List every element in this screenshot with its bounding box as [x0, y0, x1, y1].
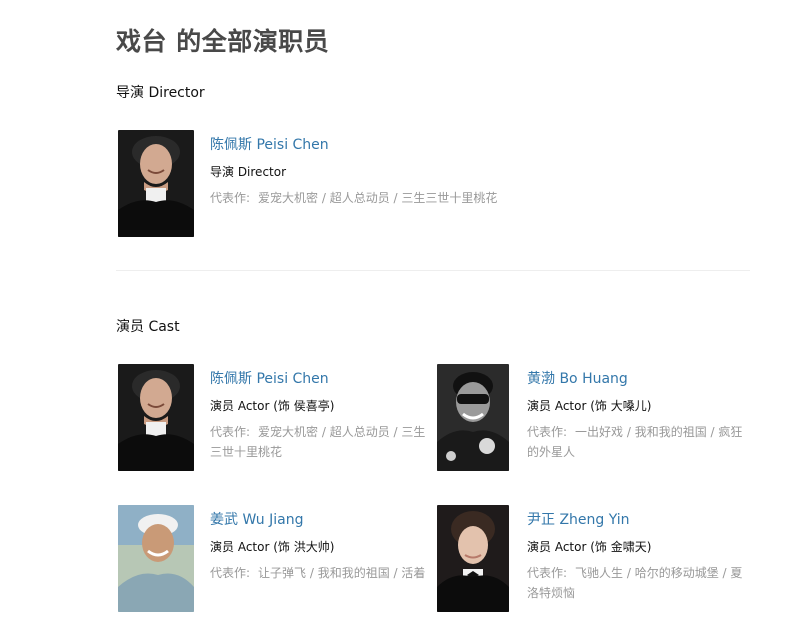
person-role: 演员 Actor (饰 金啸天) — [527, 540, 652, 554]
cast-card: 姜武 Wu Jiang 演员 Actor (饰 洪大帅) 代表作: 让子弹飞 / … — [118, 505, 428, 615]
works-text: 一出好戏 / 我和我的祖国 / 疯狂 — [575, 425, 743, 439]
section-title-cast: 演员 Cast — [116, 319, 180, 335]
works-label: 代表作: — [527, 425, 568, 439]
person-name-link[interactable]: 黄渤 Bo Huang — [527, 370, 751, 388]
works-label: 代表作: — [527, 566, 568, 580]
representative-works: 代表作: 爱宠大机密 / 超人总动员 / 三生三世十里桃花 — [210, 188, 510, 208]
person-role: 演员 Actor (饰 大嗓儿) — [527, 399, 652, 413]
person-name-link[interactable]: 陈佩斯 Peisi Chen — [210, 370, 432, 388]
cast-photo-peisi-chen[interactable] — [118, 364, 194, 471]
representative-works: 代表作: 让子弹飞 / 我和我的祖国 / 活着 — [210, 563, 432, 583]
representative-works: 代表作: 飞驰人生 / 哈尔的移动城堡 / 夏洛特烦恼 — [527, 563, 751, 603]
works-text: 让子弹飞 / 我和我的祖国 / 活着 — [258, 566, 426, 580]
cast-card: 黄渤 Bo Huang 演员 Actor (饰 大嗓儿) 代表作: 一出好戏 / … — [437, 364, 747, 474]
director-photo[interactable] — [118, 130, 194, 237]
person-name-link[interactable]: 姜武 Wu Jiang — [210, 511, 432, 529]
representative-works: 代表作: 爱宠大机密 / 超人总动员 / 三生三世十里桃花 — [210, 422, 432, 462]
person-role: 导演 Director — [210, 165, 287, 179]
section-title-director: 导演 Director — [116, 85, 205, 101]
works-text: 飞驰人生 / 哈尔的移动城堡 / 夏 — [575, 566, 743, 580]
person-role: 演员 Actor (饰 洪大帅) — [210, 540, 335, 554]
works-label: 代表作: — [210, 425, 251, 439]
person-name-link[interactable]: 陈佩斯 Peisi Chen — [210, 136, 510, 154]
works-text-continued: 的外星人 — [527, 445, 576, 459]
person-role: 演员 Actor (饰 侯喜亭) — [210, 399, 335, 413]
cast-photo-wu-jiang[interactable] — [118, 505, 194, 612]
director-card: 陈佩斯 Peisi Chen 导演 Director 代表作: 爱宠大机密 / 超… — [118, 130, 497, 240]
cast-photo-bo-huang[interactable] — [437, 364, 509, 471]
works-text: 爱宠大机密 / 超人总动员 / 三生 — [258, 425, 426, 439]
representative-works: 代表作: 一出好戏 / 我和我的祖国 / 疯狂的外星人 — [527, 422, 751, 462]
works-text: 爱宠大机密 / 超人总动员 / 三生三世十里桃花 — [258, 191, 498, 205]
works-text-continued: 三世十里桃花 — [210, 445, 283, 459]
works-text-continued: 洛特烦恼 — [527, 586, 576, 600]
section-divider — [116, 270, 750, 271]
cast-card: 尹正 Zheng Yin 演员 Actor (饰 金啸天) 代表作: 飞驰人生 /… — [437, 505, 747, 615]
works-label: 代表作: — [210, 566, 251, 580]
cast-card: 陈佩斯 Peisi Chen 演员 Actor (饰 侯喜亭) 代表作: 爱宠大机… — [118, 364, 428, 474]
page-title: 戏台 的全部演职员 — [116, 27, 330, 56]
cast-photo-zheng-yin[interactable] — [437, 505, 509, 612]
works-label: 代表作: — [210, 191, 251, 205]
person-name-link[interactable]: 尹正 Zheng Yin — [527, 511, 751, 529]
